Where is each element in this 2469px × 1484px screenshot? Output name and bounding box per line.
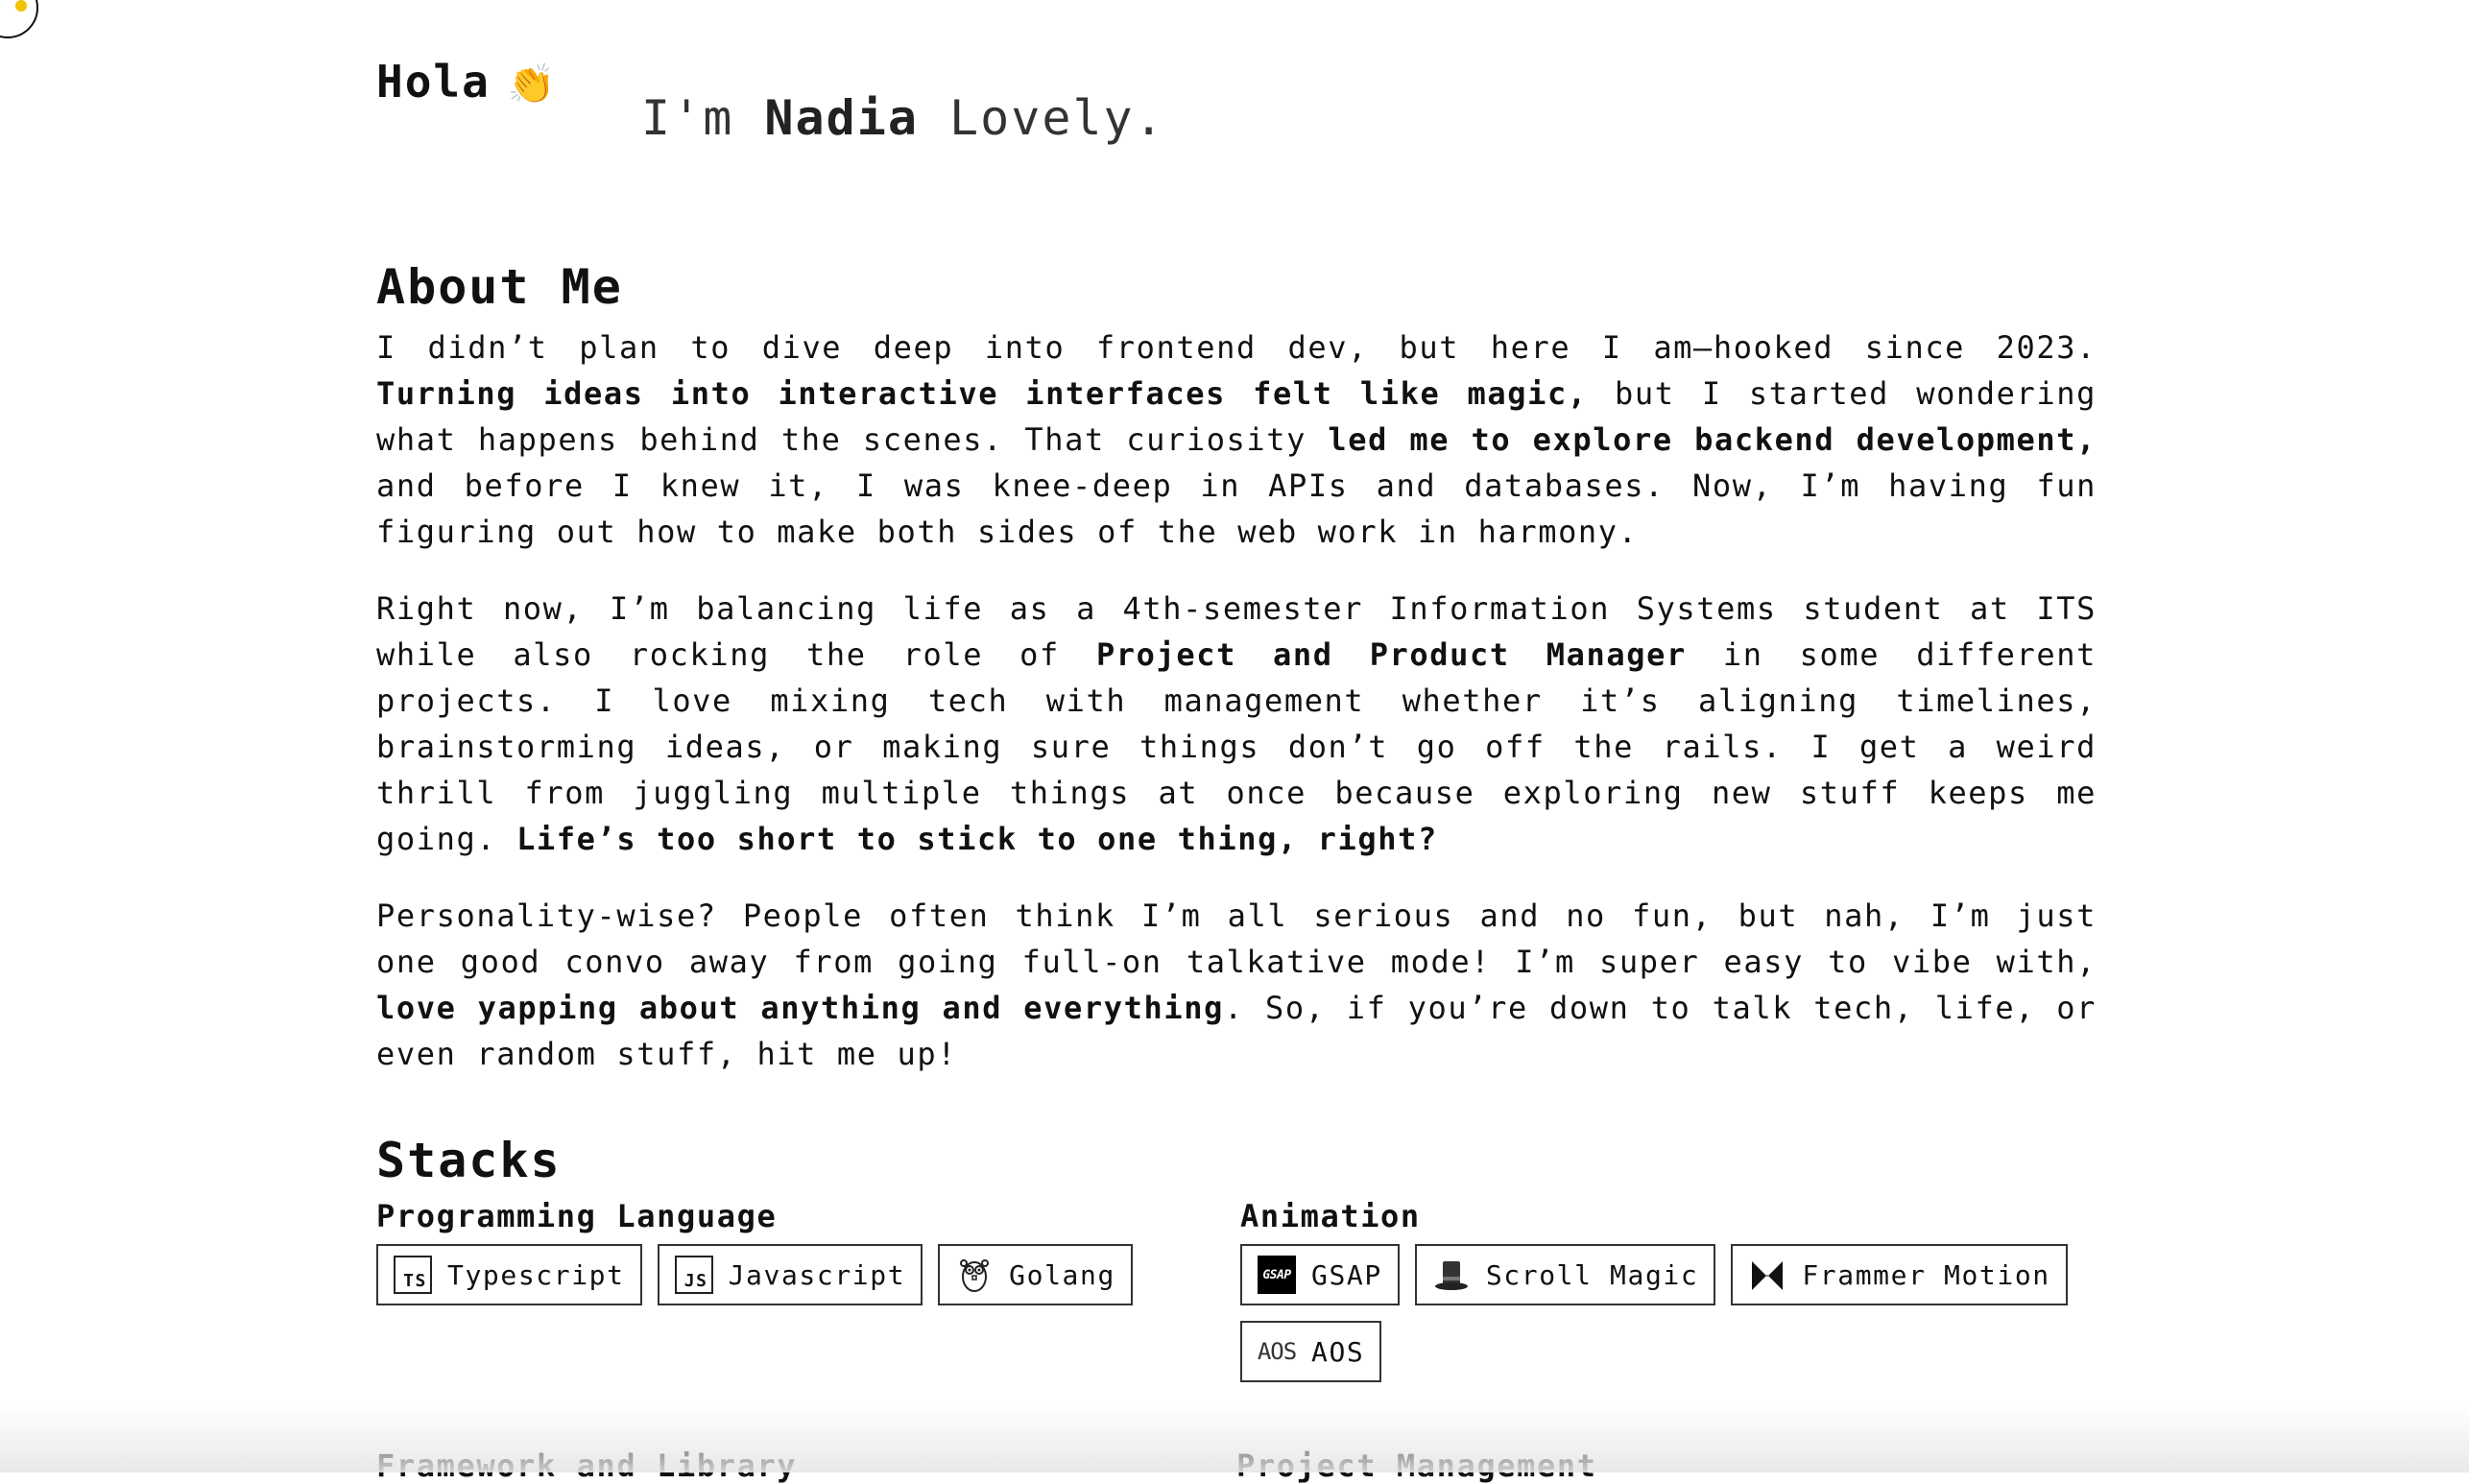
animation-group: Animation GSAP GSAP Scroll Magic Frammer Mo…: [1240, 1192, 2104, 1382]
programming-chips: TS Typescript JS Javascript Golang: [376, 1244, 1240, 1305]
stacks-columns: Programming Language TS Typescript JS Javas…: [376, 1192, 2097, 1382]
emphasis-text: Life’s too short to stick to one thing, …: [516, 821, 1438, 857]
animation-title: Animation: [1240, 1198, 1421, 1234]
paragraph-text: and before I knew it, I was knee-deep in…: [376, 467, 2097, 550]
stack-chip-label: GSAP: [1311, 1258, 1382, 1291]
gopher-icon: [955, 1256, 994, 1294]
stack-chip-label: Frammer Motion: [1802, 1258, 2050, 1291]
stack-chip-label: Javascript: [728, 1258, 906, 1291]
bottom-fade: [0, 1405, 2469, 1472]
animation-chips: GSAP GSAP Scroll Magic Frammer Motion AOS AOS: [1240, 1244, 2104, 1382]
greeting-text: Hola: [376, 56, 491, 108]
paragraph-text: I didn’t plan to dive deep into frontend…: [376, 329, 2097, 366]
about-paragraph-1: I didn’t plan to dive deep into frontend…: [376, 324, 2097, 555]
stacks-section: Stacks Programming Language TS Typescript…: [376, 1133, 2097, 1382]
gsap-icon: GSAP: [1258, 1256, 1296, 1294]
emphasis-text: Project and Product Manager: [1095, 636, 1687, 673]
stack-chip[interactable]: Frammer Motion: [1731, 1244, 2068, 1305]
hero: Hola 👏 I'm Nadia Lovely.: [376, 0, 2097, 192]
emphasis-text: led me to explore backend development,: [1328, 421, 2097, 458]
intro-line: I'm Nadia Lovely.: [641, 90, 1165, 146]
top-hat-icon: [1432, 1256, 1471, 1294]
typescript-icon: TS: [394, 1256, 432, 1294]
intro-name: Nadia: [764, 90, 919, 146]
clap-emoji-icon: 👏: [507, 62, 558, 107]
stack-chip[interactable]: AOS AOS: [1240, 1321, 1382, 1382]
cursor-follower: [0, 0, 38, 38]
programming-language-title: Programming Language: [376, 1198, 778, 1234]
stack-chip[interactable]: JS Javascript: [657, 1244, 923, 1305]
stack-chip[interactable]: TS Typescript: [376, 1244, 642, 1305]
paragraph-text: Personality-wise? People often think I’m…: [376, 898, 2097, 980]
intro-last-name: Lovely.: [949, 90, 1165, 146]
stacks-title: Stacks: [376, 1133, 562, 1188]
stack-chip-label: Scroll Magic: [1485, 1258, 1699, 1291]
intro-prefix: I'm: [641, 90, 734, 146]
aos-icon: AOS: [1257, 1338, 1297, 1365]
about-title: About Me: [376, 259, 623, 315]
about-paragraph-2: Right now, I’m balancing life as a 4th-s…: [376, 586, 2097, 862]
page-content: Hola 👏 I'm Nadia Lovely. About Me I didn’…: [376, 0, 2097, 1484]
greeting: Hola 👏: [376, 56, 558, 108]
emphasis-text: Turning ideas into interactive interface…: [376, 375, 1588, 412]
stack-chip[interactable]: Scroll Magic: [1414, 1244, 1716, 1305]
programming-language-group: Programming Language TS Typescript JS Javas…: [376, 1192, 1240, 1382]
javascript-icon: JS: [674, 1256, 713, 1294]
framer-motion-icon: [1748, 1256, 1786, 1294]
stack-chip-label: AOS: [1311, 1335, 1365, 1368]
stack-chip[interactable]: GSAP GSAP: [1240, 1244, 1400, 1305]
stack-chip[interactable]: Golang: [938, 1244, 1133, 1305]
about-paragraph-3: Personality-wise? People often think I’m…: [376, 893, 2097, 1077]
about-section: About Me I didn’t plan to dive deep into…: [376, 259, 2097, 1108]
stack-chip-label: Golang: [1009, 1258, 1115, 1291]
emphasis-text: love yapping about anything and everythi…: [376, 990, 1224, 1026]
stack-chip-label: Typescript: [447, 1258, 625, 1291]
